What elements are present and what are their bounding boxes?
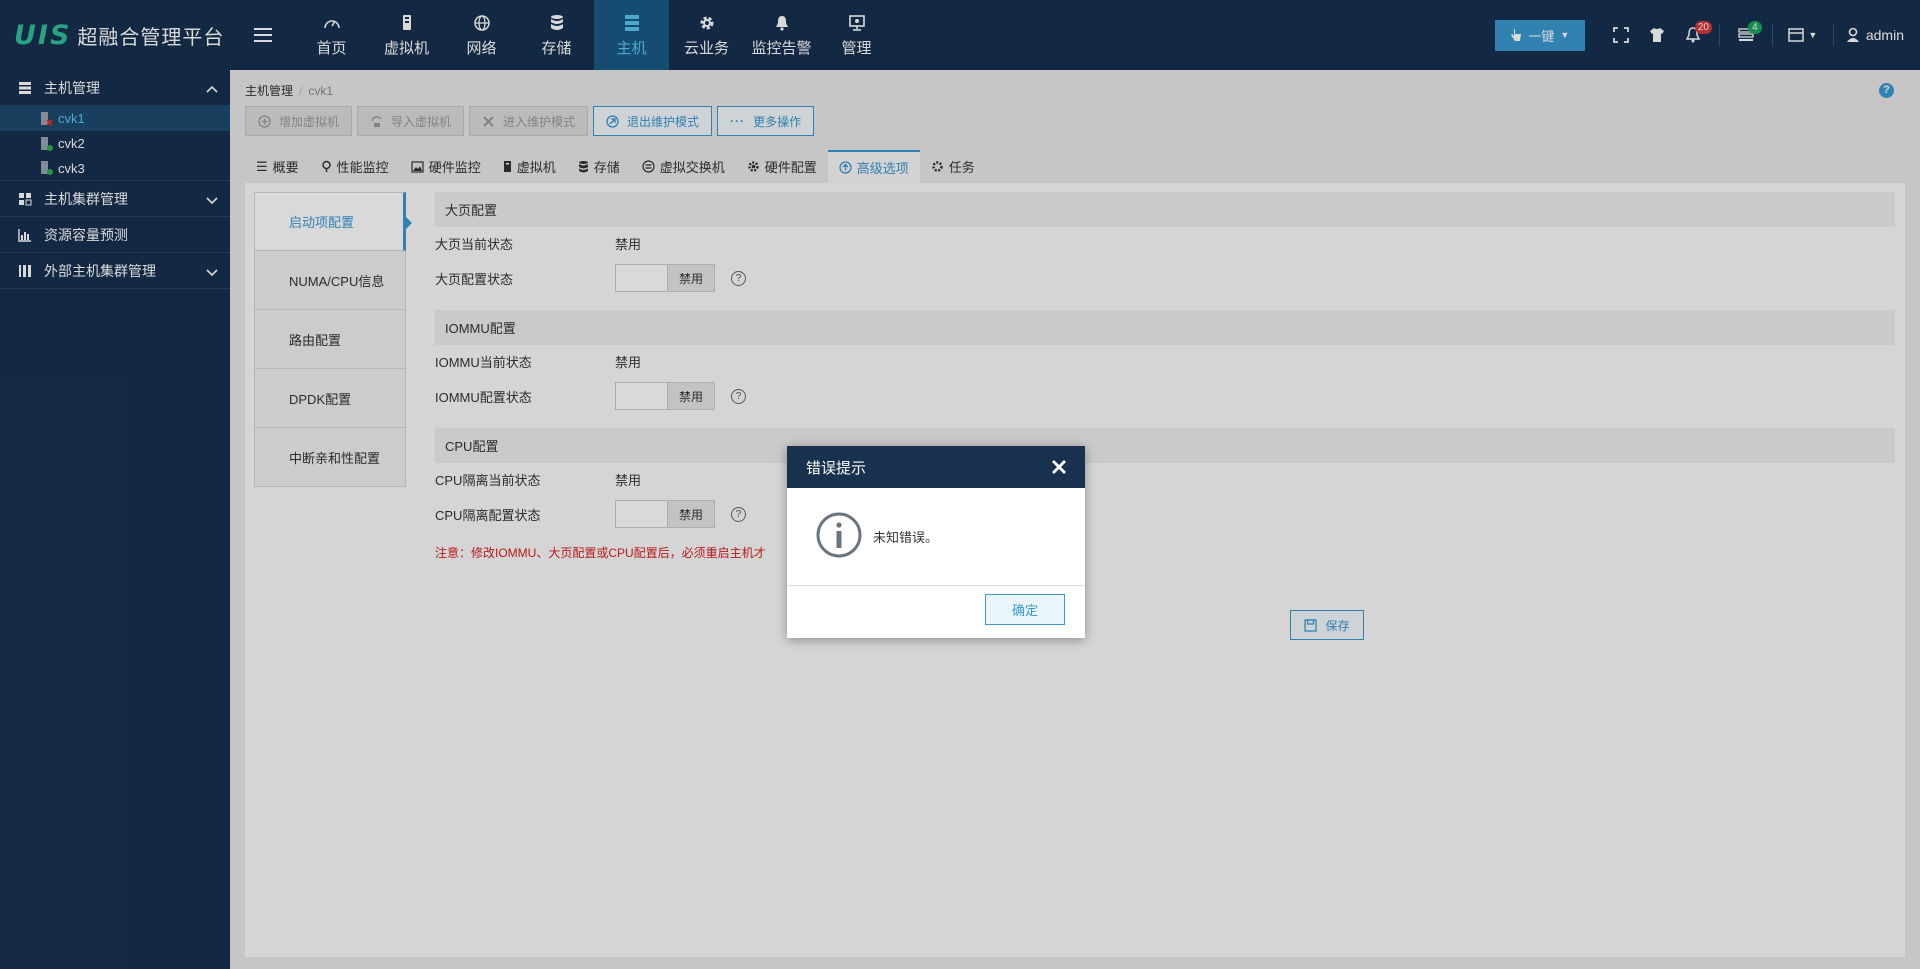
dialog-header: 错误提示 (787, 446, 1085, 488)
info-icon (815, 511, 863, 562)
dialog-footer: 确定 (787, 586, 1085, 638)
dialog-message: 未知错误。 (873, 530, 939, 545)
dialog-body: 未知错误。 (787, 488, 1085, 586)
error-dialog: 错误提示 未知错误。 确定 (787, 446, 1085, 638)
close-icon[interactable] (1049, 457, 1069, 477)
ok-button[interactable]: 确定 (985, 594, 1065, 625)
dialog-title: 错误提示 (806, 459, 867, 477)
